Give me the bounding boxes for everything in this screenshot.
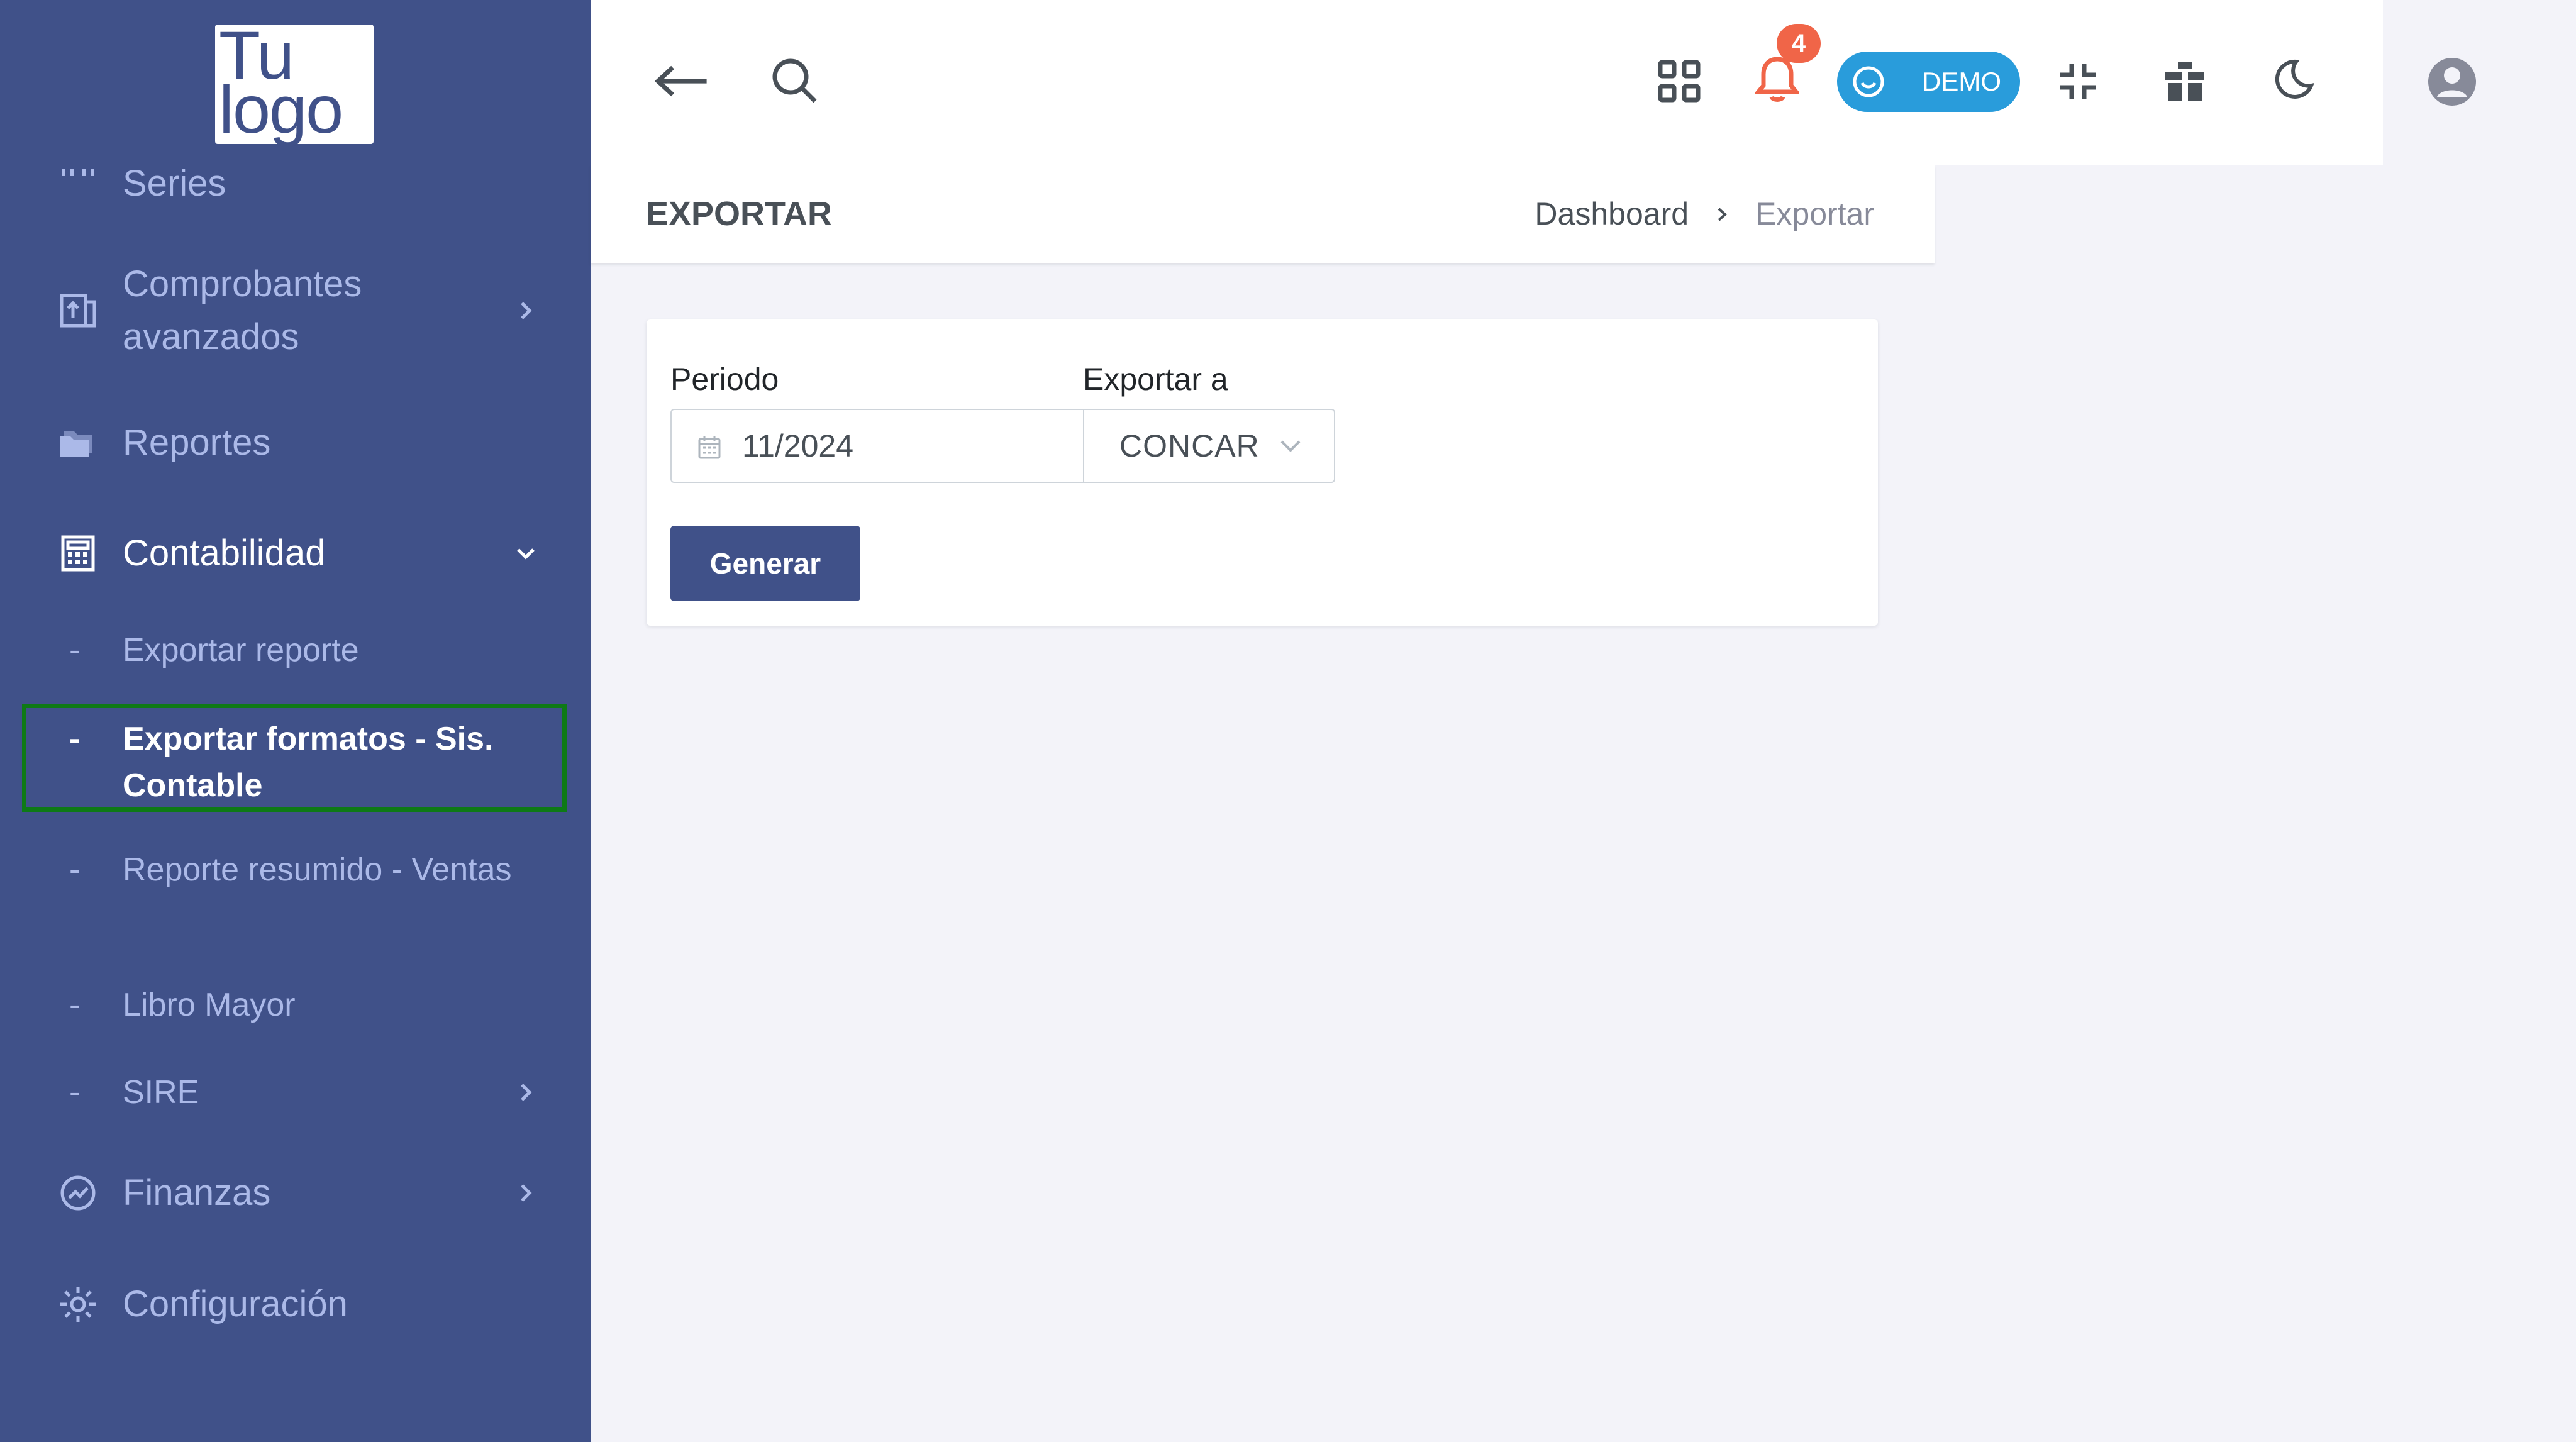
sidebar-item-label: Contabilidad [123,533,326,574]
moon-icon[interactable] [2271,58,2315,102]
sidebar: Tu logo Series Comprobantes avanzados Re… [0,0,591,1442]
apps-grid-icon[interactable] [1657,59,1701,103]
sidebar-item-reportes[interactable]: Reportes [0,416,591,469]
chevron-down-icon [517,548,535,560]
export-to-label: Exportar a [1083,362,1228,397]
gear-icon [60,1287,96,1322]
folders-icon [60,431,92,457]
chevron-right-icon [521,1184,532,1202]
sidebar-subitem-reporte-resumido[interactable]: - Reporte resumido - Ventas [0,846,591,940]
sidebar-subitem-label: Exportar reporte [123,632,359,668]
sidebar-subitem-sire[interactable]: - SIRE [0,1069,591,1116]
back-arrow-icon[interactable] [653,62,710,101]
export-to-select[interactable]: CONCAR [1083,409,1335,483]
smile-icon [1853,66,1884,97]
dash-bullet: - [69,1074,80,1111]
chevron-right-icon [521,1084,532,1101]
active-item-highlight [22,704,567,812]
sidebar-item-configuracion[interactable]: Configuración [0,1278,591,1331]
sidebar-item-label: Reportes [123,422,271,463]
page-title: EXPORTAR [646,195,833,233]
user-avatar-icon [2428,58,2476,106]
sidebar-item-series[interactable]: Series [0,157,591,210]
logo[interactable]: Tu logo [215,21,374,147]
search-icon[interactable] [769,55,819,106]
chevron-down-icon [1280,440,1301,452]
document-arrow-icon [60,294,96,328]
sidebar-subitem-label: Reporte resumido - Ventas [123,851,512,888]
calendar-icon [698,436,721,459]
sidebar-item-comprobantes-avanzados[interactable]: Comprobantes avanzados [0,258,591,363]
sidebar-subitem-label: SIRE [123,1074,199,1111]
export-to-value: CONCAR [1119,428,1260,463]
sidebar-item-label: Comprobantes avanzados [123,263,362,357]
breadcrumb-dashboard[interactable]: Dashboard [1535,165,1689,263]
logo-line-2: logo [219,71,343,147]
breadcrumb-current: Exportar [1755,196,1874,231]
period-label: Periodo [670,362,779,397]
user-menu[interactable] [2383,0,2521,165]
fullscreen-exit-icon[interactable] [2058,61,2098,101]
sidebar-item-contabilidad[interactable]: Contabilidad [0,527,591,580]
quote-dots-icon [62,169,94,176]
notification-badge: 4 [1777,24,1821,63]
sidebar-subitem-exportar-reporte[interactable]: - Exportar reporte [0,627,591,674]
sidebar-item-finanzas[interactable]: Finanzas [0,1167,591,1219]
page-title-bar: EXPORTAR Dashboard Exportar [591,165,1935,263]
company-switch-button[interactable]: DEMO [1837,52,2020,112]
chart-circle-icon [60,1175,96,1211]
sidebar-item-label: Finanzas [123,1172,271,1213]
chevron-right-icon [1718,208,1728,221]
export-card: Periodo Exportar a 11/2024 CONCAR Genera… [647,319,1878,626]
topbar [591,0,2383,165]
dash-bullet: - [69,632,80,668]
sidebar-item-label: Configuración [123,1284,348,1324]
period-value: 11/2024 [742,428,854,463]
chevron-right-icon [521,302,532,319]
sidebar-item-label: Series [123,163,226,204]
gift-icon[interactable] [2163,59,2207,103]
generate-button[interactable]: Generar [670,526,860,601]
dash-bullet: - [69,987,80,1023]
company-name: DEMO [1922,67,2001,96]
dash-bullet: - [69,851,80,888]
period-picker[interactable]: 11/2024 [670,409,1083,483]
sidebar-subitem-libro-mayor[interactable]: - Libro Mayor [0,982,591,1028]
calculator-icon [61,535,95,572]
sidebar-subitem-label: Libro Mayor [123,987,296,1023]
breadcrumb: Dashboard Exportar [1535,165,1874,263]
